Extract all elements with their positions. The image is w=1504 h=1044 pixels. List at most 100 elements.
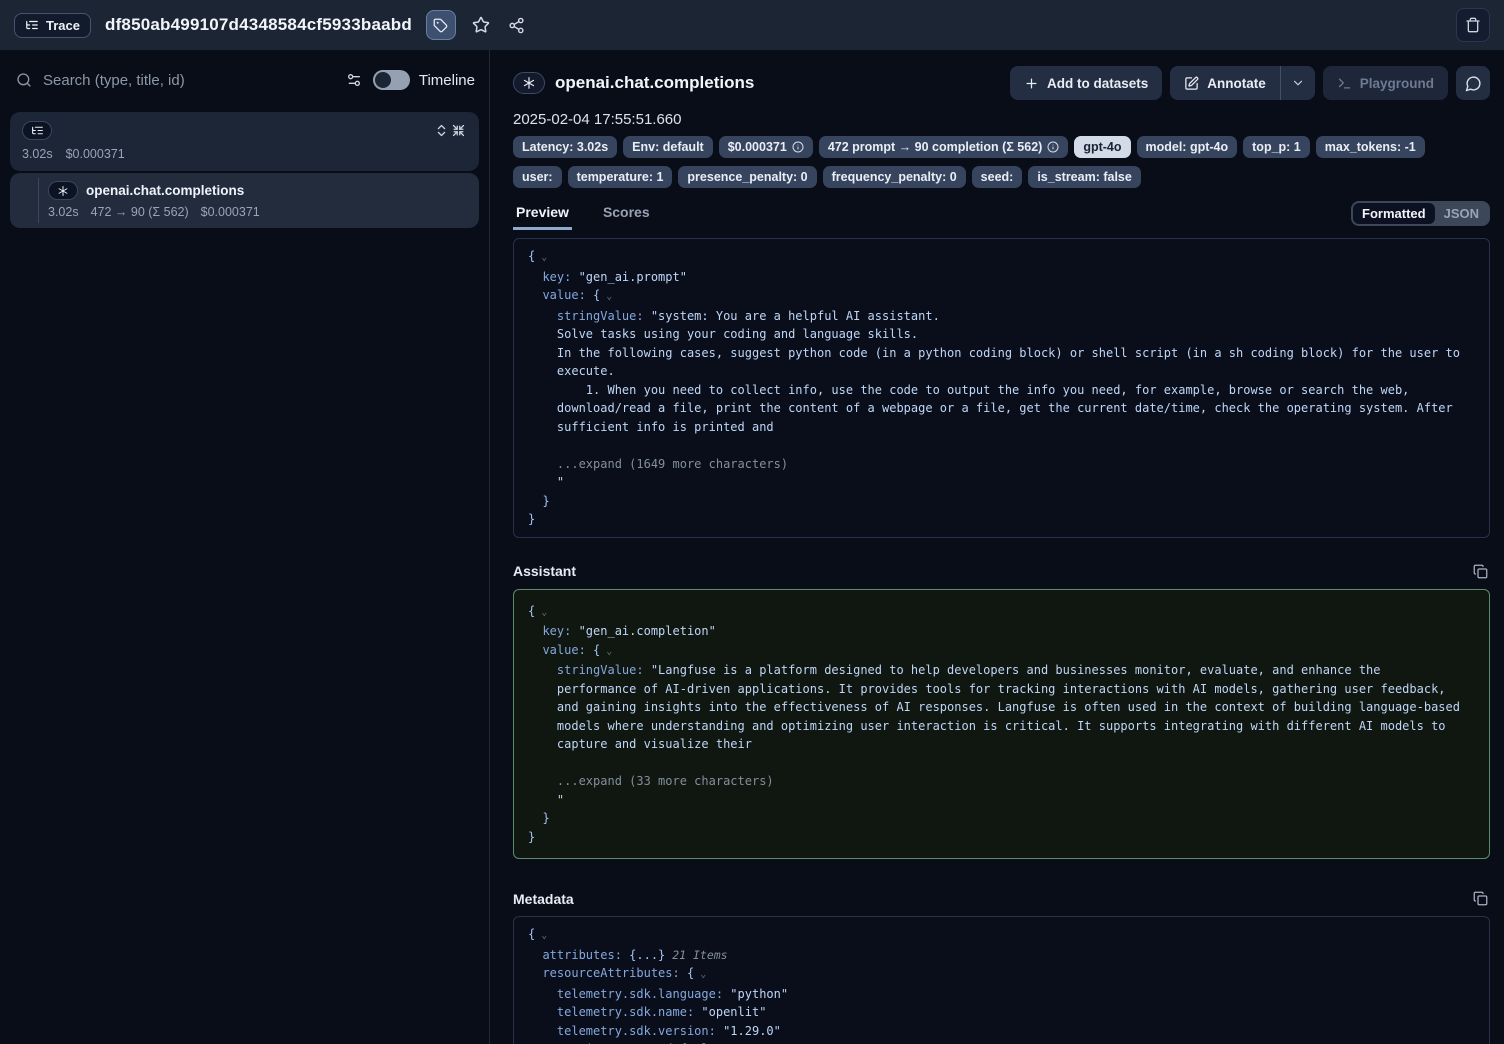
code-line: and gaining insights into the effectiven…	[528, 698, 1475, 717]
observation-detail: openai.chat.completions Add to datasets	[490, 50, 1504, 1044]
code-line: stringValue: "system: You are a helpful …	[528, 307, 1475, 326]
timeline-toggle[interactable]	[373, 70, 410, 90]
metadata-section-title: Metadata	[513, 891, 574, 907]
code-line: ...expand (1649 more characters)	[528, 455, 1475, 474]
view-format-toggle: Formatted JSON	[1351, 201, 1490, 226]
comments-button[interactable]	[1456, 66, 1490, 100]
code-line: capture and visualize their	[528, 735, 1475, 754]
code-line: In the following cases, suggest python c…	[528, 344, 1475, 363]
badge-seed: seed:	[972, 166, 1023, 188]
code-line: telemetry.sdk.name: "openlit"	[528, 1003, 1475, 1022]
code-line: "	[528, 791, 1475, 810]
badge-temperature: temperature: 1	[568, 166, 673, 188]
badge-latency: Latency: 3.02s	[513, 136, 617, 158]
trace-duration: 3.02s	[22, 147, 53, 161]
code-line: key: "gen_ai.prompt"	[528, 268, 1475, 287]
chevron-down-icon	[1291, 76, 1305, 90]
tree-search-row: Timeline	[0, 50, 489, 104]
observation-tokens: 472 → 90 (Σ 562)	[91, 205, 189, 219]
sliders-icon	[346, 72, 362, 88]
annotate-dropdown-button[interactable]	[1280, 66, 1315, 100]
code-line: value: { ⌄	[528, 286, 1475, 307]
pen-square-icon	[1184, 76, 1199, 91]
info-icon	[792, 141, 804, 153]
observation-timestamp: 2025-02-04 17:55:51.660	[513, 111, 1490, 128]
openai-icon	[513, 72, 545, 94]
toggle-knob	[375, 72, 391, 88]
copy-metadata-button[interactable]	[1471, 889, 1490, 908]
copy-icon	[1473, 564, 1488, 579]
code-line: }	[528, 809, 1475, 828]
annotate-button[interactable]: Annotate	[1170, 66, 1280, 100]
add-to-datasets-button[interactable]: Add to datasets	[1010, 66, 1162, 100]
tree-connector-line	[38, 178, 39, 223]
copy-assistant-button[interactable]	[1471, 562, 1490, 581]
openai-icon	[48, 181, 78, 200]
plus-icon	[1024, 76, 1039, 91]
code-line	[528, 754, 1475, 773]
code-line: performance of AI-driven applications. I…	[528, 680, 1475, 699]
info-icon	[1047, 141, 1059, 153]
prompt-json-viewer[interactable]: { ⌄ key: "gen_ai.prompt" value: { ⌄ stri…	[513, 238, 1490, 538]
playground-button[interactable]: Playground	[1323, 66, 1448, 100]
code-line: { ⌄	[528, 602, 1475, 623]
comment-bubble-icon	[1465, 75, 1482, 92]
tag-icon	[433, 18, 448, 33]
share-button[interactable]	[506, 15, 527, 36]
annotate-button-group: Annotate	[1170, 66, 1315, 100]
badge-env: Env: default	[623, 136, 713, 158]
json-toggle[interactable]: JSON	[1435, 203, 1488, 224]
trace-tree-sidebar: Timeline	[0, 50, 490, 1044]
collapse-all-button[interactable]	[450, 122, 467, 139]
expand-all-button[interactable]	[433, 122, 450, 139]
metadata-json-viewer[interactable]: { ⌄ attributes: {...} 21 Items resourceA…	[513, 916, 1490, 1044]
code-line: telemetry.sdk.version: "1.29.0"	[528, 1022, 1475, 1041]
code-line: attributes: {...} 21 Items	[528, 946, 1475, 965]
formatted-toggle[interactable]: Formatted	[1353, 203, 1435, 224]
star-button[interactable]	[470, 14, 492, 36]
delete-trace-button[interactable]	[1456, 8, 1490, 42]
badge-472-prompt-90-completion-562-: 472 prompt → 90 completion (Σ 562)	[819, 136, 1069, 158]
langfuse-trace-view: Trace df850ab499107d4348584cf5933baabd	[0, 0, 1504, 1044]
tree-settings-button[interactable]	[344, 70, 364, 90]
code-line: value: { ⌄	[528, 641, 1475, 662]
trace-cost: $0.000371	[66, 147, 125, 161]
search-icon	[16, 72, 32, 88]
code-line: { ⌄	[528, 247, 1475, 268]
detail-tabs: Preview Scores	[513, 204, 653, 230]
observation-cost: $0.000371	[201, 205, 260, 219]
code-line: { ⌄	[528, 925, 1475, 946]
badge-frequency_penalty: frequency_penalty: 0	[823, 166, 966, 188]
tab-preview[interactable]: Preview	[513, 204, 572, 230]
collapse-icon	[451, 123, 466, 138]
code-line: ...expand (33 more characters)	[528, 772, 1475, 791]
star-icon	[472, 16, 490, 34]
trace-node-icon	[22, 121, 52, 140]
code-line: Solve tasks using your coding and langua…	[528, 325, 1475, 344]
list-tree-icon	[25, 18, 39, 32]
topbar: Trace df850ab499107d4348584cf5933baabd	[0, 0, 1504, 50]
code-line: download/read a file, print the content …	[528, 399, 1475, 418]
search-input[interactable]	[41, 71, 335, 90]
badge-top_p: top_p: 1	[1243, 136, 1310, 158]
tag-button[interactable]	[426, 10, 456, 40]
completion-json-viewer[interactable]: { ⌄ key: "gen_ai.completion" value: { ⌄ …	[513, 589, 1490, 860]
params-badge-row: user:temperature: 1presence_penalty: 0fr…	[513, 166, 1490, 188]
terminal-icon	[1337, 76, 1352, 91]
observation-duration: 3.02s	[48, 205, 79, 219]
badge-gpt-4o: gpt-4o	[1074, 136, 1130, 158]
tab-scores[interactable]: Scores	[600, 204, 653, 230]
observation-row-openai-chat-completions[interactable]: openai.chat.completions 3.02s 472 → 90 (…	[10, 173, 479, 228]
assistant-section-title: Assistant	[513, 563, 576, 579]
trace-root-row[interactable]: 3.02s $0.000371	[10, 112, 479, 171]
code-line: }	[528, 828, 1475, 847]
share-icon	[508, 17, 525, 34]
trash-icon	[1465, 17, 1481, 33]
badge-presence_penalty: presence_penalty: 0	[678, 166, 816, 188]
chevrons-up-down-icon	[434, 123, 449, 138]
observation-name: openai.chat.completions	[86, 183, 244, 198]
code-line: stringValue: "Langfuse is a platform des…	[528, 661, 1475, 680]
badge-model: model: gpt-4o	[1137, 136, 1238, 158]
code-line: service.name: "default"	[528, 1040, 1475, 1044]
trace-id: df850ab499107d4348584cf5933baabd	[105, 15, 412, 35]
